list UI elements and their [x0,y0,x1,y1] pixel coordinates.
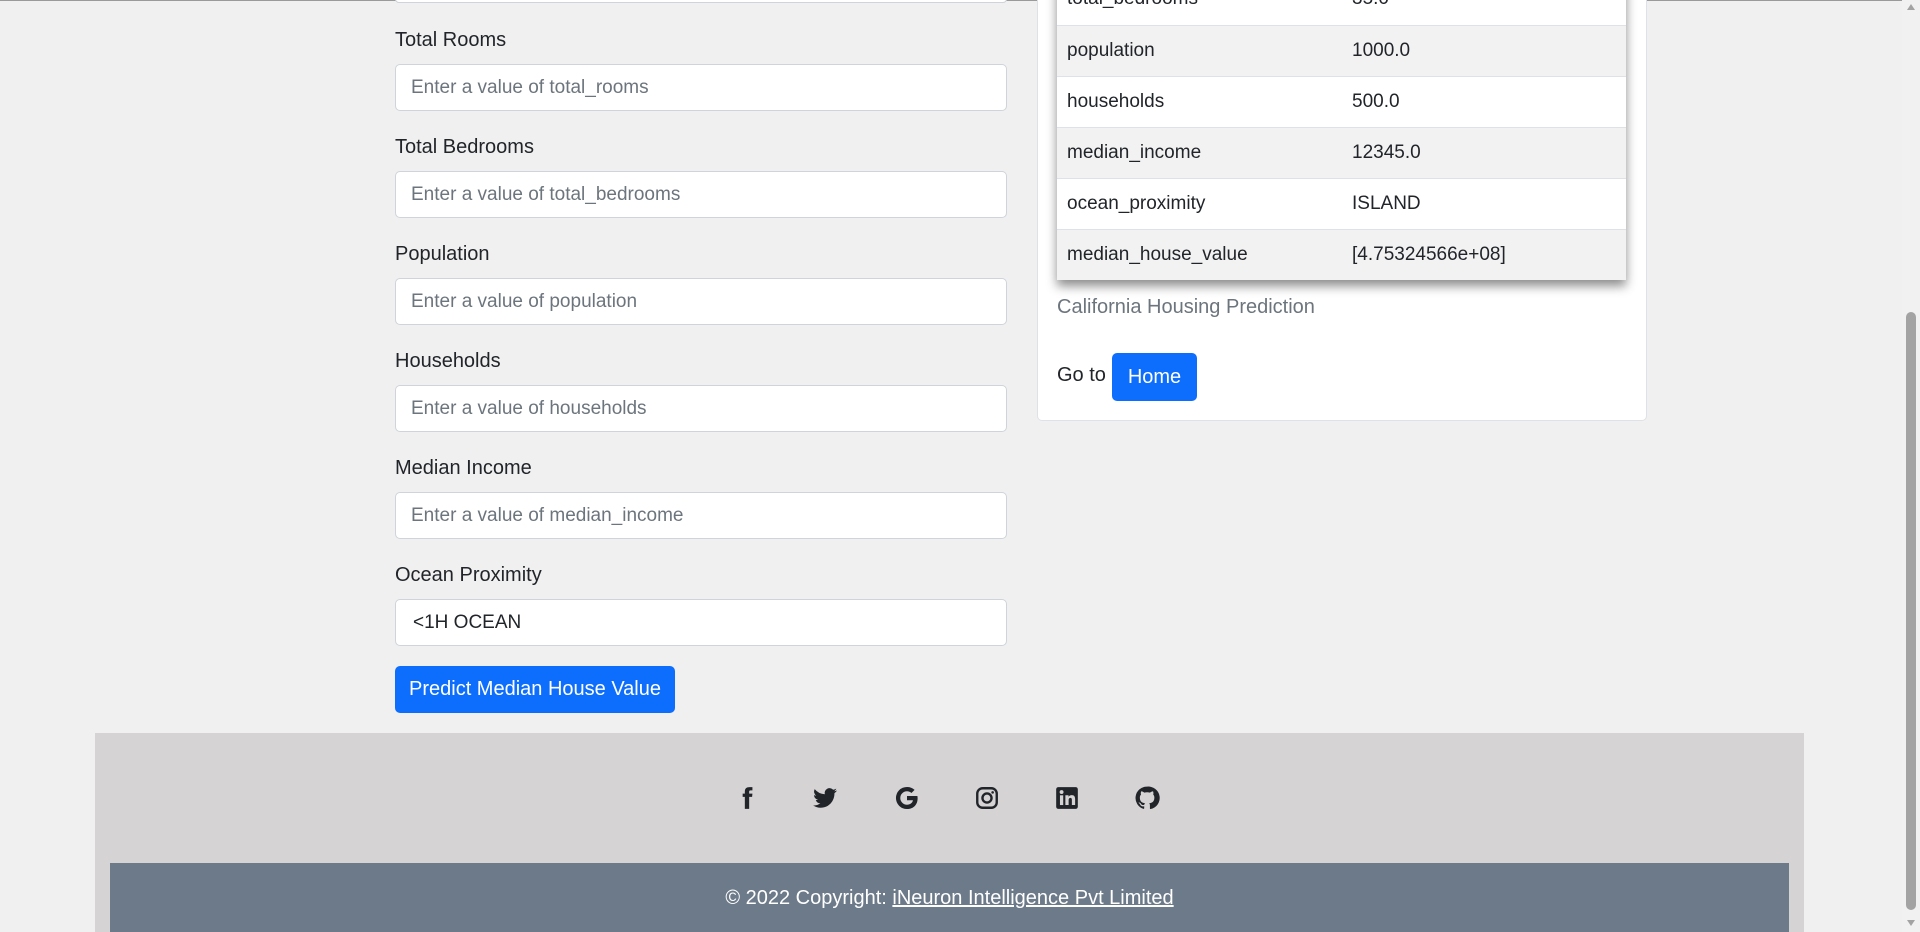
total-rooms-input[interactable] [395,64,1007,111]
linkedin-icon[interactable] [1054,785,1080,811]
scroll-down-icon[interactable] [1907,920,1915,926]
predict-button[interactable]: Predict Median House Value [395,666,675,713]
population-label: Population [395,243,490,265]
total-bedrooms-label: Total Bedrooms [395,136,534,158]
twitter-icon[interactable] [812,785,838,811]
row-key: households [1067,90,1165,112]
total-rooms-group: Total Rooms [395,26,1007,111]
row-key: median_house_value [1067,243,1248,265]
scroll-thumb[interactable] [1906,312,1916,910]
vertical-scrollbar[interactable] [1902,0,1920,932]
row-value: 500.0 [1352,90,1400,112]
google-icon[interactable] [894,785,920,811]
ocean-proximity-select[interactable]: <1H OCEAN [395,599,1007,646]
row-key: population [1067,39,1155,61]
previous-input-field[interactable] [395,0,1007,3]
instagram-icon[interactable] [974,785,1000,811]
median-income-label: Median Income [395,457,532,479]
row-key: total_bedrooms [1057,0,1342,25]
goto-text: Go to [1057,364,1106,386]
row-value: 35.0 [1342,0,1626,25]
card-subtitle: California Housing Prediction [1057,296,1315,318]
population-group: Population [395,240,1007,325]
median-income-group: Median Income [395,454,1007,539]
company-link[interactable]: iNeuron Intelligence Pvt Limited [892,887,1173,909]
households-input[interactable] [395,385,1007,432]
table-row: median_income 12345.0 [1057,127,1626,178]
total-bedrooms-group: Total Bedrooms [395,133,1007,218]
copyright-bar: © 2022 Copyright: iNeuron Intelligence P… [110,863,1789,932]
households-label: Households [395,350,501,372]
table-row: ocean_proximity ISLAND [1057,178,1626,229]
ocean-proximity-label: Ocean Proximity [395,564,542,586]
row-value: 1000.0 [1352,39,1411,61]
facebook-icon[interactable] [734,785,760,811]
home-button[interactable]: Home [1112,353,1197,401]
total-bedrooms-input[interactable] [395,171,1007,218]
row-value: [4.75324566e+08] [1352,243,1506,265]
row-value: ISLAND [1352,192,1421,214]
total-rooms-label: Total Rooms [395,29,507,51]
table-row: households 500.0 [1057,76,1626,127]
result-table: total_bedrooms 35.0 population 1000.0 ho… [1057,0,1626,280]
table-row: total_bedrooms 35.0 [1057,0,1626,25]
row-key: ocean_proximity [1067,192,1206,214]
scroll-up-icon[interactable] [1907,4,1915,10]
ocean-proximity-group: Ocean Proximity <1H OCEAN [395,561,1007,646]
population-input[interactable] [395,278,1007,325]
table-row: median_house_value [4.75324566e+08] [1057,229,1626,280]
row-key: median_income [1067,141,1202,163]
copyright-text: © 2022 Copyright: [725,887,893,909]
households-group: Households [395,347,1007,432]
table-row: population 1000.0 [1057,25,1626,76]
github-icon[interactable] [1134,785,1160,811]
median-income-input[interactable] [395,492,1007,539]
row-value: 12345.0 [1352,141,1421,163]
